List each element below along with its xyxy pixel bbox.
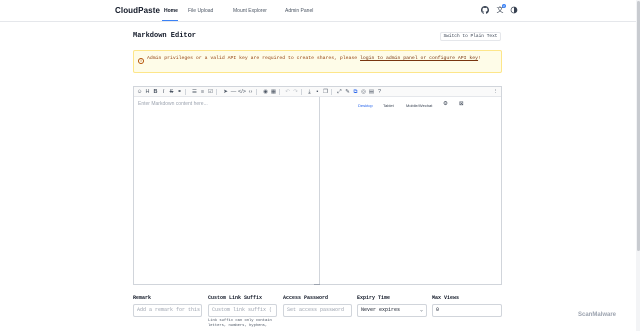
switch-plain-text-button[interactable]: Switch to Plain Text: [440, 32, 501, 41]
github-icon[interactable]: [481, 6, 489, 14]
translate-badge: 2: [502, 4, 506, 8]
nav-file-upload[interactable]: File Upload: [188, 8, 213, 14]
editor-placeholder: Enter Markdown content here...: [138, 101, 208, 107]
max-views-label: Max Views: [432, 295, 460, 301]
emoji-icon[interactable]: ☺: [136, 89, 143, 96]
watermark: ScanMalware: [578, 312, 617, 318]
theme-toggle-icon[interactable]: [510, 6, 518, 14]
preview-pane: Desktop Tablet Mobile/Wechat ⚙ ⊠: [321, 97, 501, 284]
preview-icon[interactable]: ◎: [360, 89, 367, 96]
page-title: Markdown Editor: [133, 32, 197, 40]
split-mode-icon[interactable]: ⧉: [352, 89, 359, 96]
undo-icon[interactable]: ↶: [284, 89, 291, 96]
theme-icon[interactable]: ⚙: [443, 101, 448, 107]
expiry-select[interactable]: Never expires ⌄: [357, 304, 427, 317]
top-navbar: CloudPaste Home File Upload Mount Explor…: [0, 0, 640, 22]
toolbar-divider: [185, 89, 186, 95]
page-scrollbar[interactable]: [636, 0, 640, 331]
preview-mode-tablet[interactable]: Tablet: [383, 103, 394, 108]
outline-icon[interactable]: ▤: [368, 89, 375, 96]
heading-icon[interactable]: H: [144, 89, 151, 96]
brand-logo[interactable]: CloudPaste: [115, 6, 160, 15]
upload-image-icon[interactable]: ◉: [262, 89, 269, 96]
translate-icon[interactable]: 文: [496, 7, 504, 15]
save-icon[interactable]: ▪: [314, 89, 321, 96]
preview-mode-desktop[interactable]: Desktop: [358, 103, 373, 108]
horizontal-rule-icon[interactable]: —: [230, 89, 237, 96]
custom-suffix-input[interactable]: Custom link suffix (: [208, 304, 277, 317]
code-icon[interactable]: </>: [238, 89, 246, 96]
nav-mount-explorer[interactable]: Mount Explorer: [233, 8, 267, 14]
nav-home[interactable]: Home: [164, 8, 178, 14]
toolbar-divider: [331, 89, 332, 95]
password-label: Access Password: [283, 295, 329, 301]
chevron-down-icon: ⌄: [419, 307, 423, 313]
italic-icon[interactable]: I: [160, 89, 167, 96]
markdown-editor: ☺ H B I S ⚭ ☰ ≡ ☑ ➤ — </> ‹› ◉ ▦ ↶ ↷ ⤓ ▪…: [133, 86, 502, 285]
max-views-input[interactable]: 0: [432, 304, 502, 317]
close-preview-icon[interactable]: ⊠: [459, 101, 464, 107]
nav-admin-panel[interactable]: Admin Panel: [285, 8, 313, 14]
toolbar-divider: [301, 89, 302, 95]
toolbar-divider: [279, 89, 280, 95]
redo-icon[interactable]: ↷: [292, 89, 299, 96]
password-input[interactable]: Set access password: [283, 304, 352, 317]
markdown-input-pane[interactable]: Enter Markdown content here...: [134, 97, 320, 284]
admin-login-link[interactable]: login to admin panel or configure API ke…: [360, 56, 478, 61]
suffix-hint: Link suffix can only contain letters, nu…: [208, 319, 272, 328]
remark-label: Remark: [133, 295, 152, 301]
inline-code-icon[interactable]: ‹›: [247, 89, 254, 96]
download-icon[interactable]: ⤓: [306, 89, 313, 96]
checklist-icon[interactable]: ☑: [207, 89, 214, 96]
alert-message: Admin privileges or a valid API key are …: [147, 56, 481, 61]
remark-input[interactable]: Add a remark for this: [133, 304, 202, 317]
quote-icon[interactable]: ➤: [222, 89, 229, 96]
bold-icon[interactable]: B: [152, 89, 159, 96]
settings-icon[interactable]: ⋮: [492, 89, 499, 96]
table-icon[interactable]: ▦: [270, 89, 277, 96]
editor-toolbar: ☺ H B I S ⚭ ☰ ≡ ☑ ➤ — </> ‹› ◉ ▦ ↶ ↷ ⤓ ▪…: [134, 87, 501, 97]
ordered-list-icon[interactable]: ≡: [199, 89, 206, 96]
link-icon[interactable]: ⚭: [176, 89, 183, 96]
toolbar-divider: [216, 89, 217, 95]
permission-alert: ! Admin privileges or a valid API key ar…: [133, 50, 502, 73]
custom-suffix-label: Custom Link Suffix: [208, 295, 263, 301]
fullscreen-icon[interactable]: ⤢: [336, 89, 343, 96]
help-icon[interactable]: ?: [376, 89, 383, 96]
warning-icon: !: [138, 58, 144, 64]
expiry-label: Expiry Time: [357, 295, 391, 301]
copy-icon[interactable]: ❐: [322, 89, 329, 96]
list-icon[interactable]: ☰: [191, 89, 198, 96]
strikethrough-icon[interactable]: S: [168, 89, 175, 96]
preview-mode-mobile[interactable]: Mobile/Wechat: [406, 103, 432, 108]
toolbar-divider: [256, 89, 257, 95]
edit-mode-icon[interactable]: ✎: [344, 89, 351, 96]
resize-handle[interactable]: [314, 284, 320, 285]
nav-active-underline: [162, 20, 178, 22]
